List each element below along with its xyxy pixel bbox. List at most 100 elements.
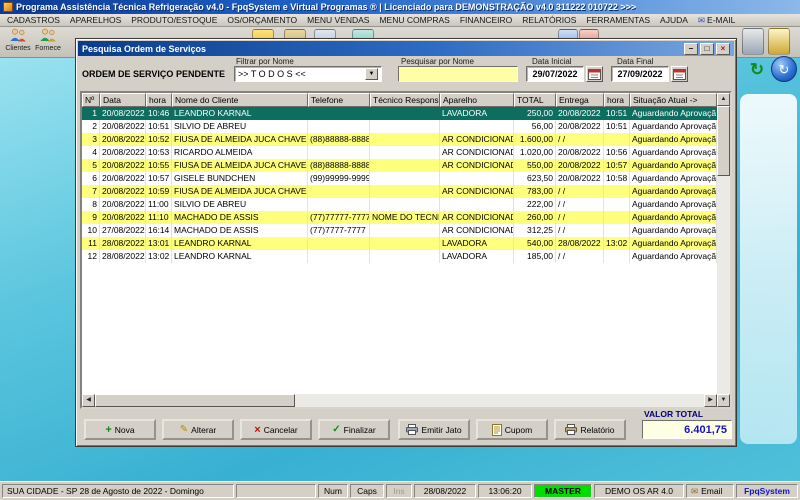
column-header[interactable]: Telefone	[308, 93, 370, 107]
menu-item-aparelhos[interactable]: APARELHOS	[65, 14, 126, 26]
calendar-icon[interactable]	[671, 66, 688, 82]
cell-data: 27/08/2022	[100, 224, 146, 237]
dialog-titlebar[interactable]: Pesquisa Ordem de Serviços – □ ×	[78, 41, 734, 56]
menu-item-menu-compras[interactable]: MENU COMPRAS	[374, 14, 454, 26]
minimize-button[interactable]: –	[684, 43, 698, 55]
email-icon: ✉	[698, 15, 705, 25]
cell-aparelho: LAVADORA	[440, 250, 514, 263]
cell-total: 623,50	[514, 172, 556, 185]
cell-entrega: / /	[556, 250, 604, 263]
menu-item-cadastros[interactable]: CADASTROS	[2, 14, 65, 26]
cell-entrega_hora	[604, 250, 630, 263]
hscroll-thumb[interactable]	[95, 394, 295, 407]
column-header[interactable]: hora	[146, 93, 172, 107]
scroll-right-icon[interactable]: ▶	[704, 394, 717, 407]
cell-data: 20/08/2022	[100, 133, 146, 146]
table-row[interactable]: 720/08/202210:59FIUSA DE ALMEIDA JUCA CH…	[82, 185, 717, 198]
calendar-icon[interactable]	[586, 66, 603, 82]
cell-telefone: (77)77777-7777	[308, 211, 370, 224]
toolbar-item-clientes[interactable]: Clientes	[3, 28, 33, 53]
toolbar-item-fornecedor[interactable]: Fornece	[33, 28, 63, 53]
toolbar-icon[interactable]	[742, 28, 764, 55]
refresh-icon: ↻	[750, 60, 764, 79]
status-email[interactable]: ✉ Email	[686, 484, 734, 498]
chevron-down-icon[interactable]: ▼	[365, 68, 378, 80]
cell-cliente: LEANDRO KARNAL	[172, 250, 308, 263]
column-header[interactable]: Data	[100, 93, 146, 107]
column-header[interactable]: Técnico Responsável	[370, 93, 440, 107]
receipt-icon	[492, 424, 502, 436]
table-row[interactable]: 1027/08/202216:14MACHADO DE ASSIS(77)777…	[82, 224, 717, 237]
cell-data: 20/08/2022	[100, 146, 146, 159]
scroll-left-icon[interactable]: ◀	[82, 394, 95, 407]
table-row[interactable]: 420/08/202210:53RICARDO ALMEIDAAR CONDIC…	[82, 146, 717, 159]
table-row[interactable]: 220/08/202210:51SILVIO DE ABREU56,0020/0…	[82, 120, 717, 133]
table-row[interactable]: 120/08/202210:46LEANDRO KARNALLAVADORA25…	[82, 107, 717, 120]
new-icon: +	[105, 425, 111, 435]
menu-item-menu-vendas[interactable]: MENU VENDAS	[302, 14, 374, 26]
table-row[interactable]: 1228/08/202213:02LEANDRO KARNALLAVADORA1…	[82, 250, 717, 263]
report-button[interactable]: Relatório	[554, 419, 626, 440]
print-inkjet-button[interactable]: Emitir Jato	[398, 419, 470, 440]
column-header[interactable]: Nome do Cliente	[172, 93, 308, 107]
scroll-up-icon[interactable]: ▲	[717, 93, 730, 106]
new-button[interactable]: + Nova	[84, 419, 156, 440]
menu-item-ferramentas[interactable]: FERRAMENTAS	[581, 14, 655, 26]
menu-item-e-mail[interactable]: ✉E-MAIL	[693, 14, 740, 26]
date-end-label: Data Final	[617, 57, 653, 66]
button-label: Cancelar	[264, 425, 298, 435]
coupon-button[interactable]: Cupom	[476, 419, 548, 440]
table-row[interactable]: 1128/08/202213:01LEANDRO KARNALLAVADORA5…	[82, 237, 717, 250]
column-header[interactable]: Aparelho	[440, 93, 514, 107]
cell-aparelho: AR CONDICIONADO	[440, 185, 514, 198]
scroll-down-icon[interactable]: ▼	[717, 394, 730, 407]
grid-header: NºDatahoraNome do ClienteTelefoneTécnico…	[82, 93, 717, 107]
table-row[interactable]: 920/08/202211:10MACHADO DE ASSIS(77)7777…	[82, 211, 717, 224]
menu-item-financeiro[interactable]: FINANCEIRO	[455, 14, 517, 26]
cell-aparelho: AR CONDICIONADO	[440, 146, 514, 159]
vscroll-thumb[interactable]	[717, 106, 730, 176]
column-header[interactable]: Nº	[82, 93, 100, 107]
search-input[interactable]	[398, 66, 518, 82]
column-header[interactable]: Situação Atual ->	[630, 93, 717, 107]
grid-body: 120/08/202210:46LEANDRO KARNALLAVADORA25…	[82, 107, 717, 263]
column-header[interactable]: hora	[604, 93, 630, 107]
edit-button[interactable]: ✎ Alterar	[162, 419, 234, 440]
refresh-button[interactable]: ↻	[746, 59, 768, 81]
menu-item-relat-rios[interactable]: RELATÓRIOS	[517, 14, 581, 26]
table-row[interactable]: 320/08/202210:52FIUSA DE ALMEIDA JUCA CH…	[82, 133, 717, 146]
cell-total: 260,00	[514, 211, 556, 224]
horizontal-scrollbar[interactable]: ◀ ▶	[82, 394, 717, 407]
cell-entrega: / /	[556, 224, 604, 237]
column-header[interactable]: TOTAL	[514, 93, 556, 107]
date-end-value[interactable]: 27/09/2022	[611, 66, 669, 82]
go-icon: ↻	[779, 62, 790, 77]
status-spacer	[236, 484, 316, 498]
menu-item-os-or-amento[interactable]: OS/ORÇAMENTO	[222, 14, 302, 26]
cell-situacao: Aguardando Aprovação	[630, 185, 717, 198]
close-button[interactable]: ×	[716, 43, 730, 55]
cell-tecnico	[370, 237, 440, 250]
orders-table: NºDatahoraNome do ClienteTelefoneTécnico…	[80, 91, 732, 409]
table-row[interactable]: 820/08/202211:00SILVIO DE ABREU222,00/ /…	[82, 198, 717, 211]
cell-aparelho	[440, 120, 514, 133]
maximize-button[interactable]: □	[700, 43, 714, 55]
menu-item-produto-estoque[interactable]: PRODUTO/ESTOQUE	[126, 14, 222, 26]
go-button[interactable]: ↻	[771, 56, 797, 82]
table-row[interactable]: 520/08/202210:55FIUSA DE ALMEIDA JUCA CH…	[82, 159, 717, 172]
column-header[interactable]: Entrega	[556, 93, 604, 107]
vertical-scrollbar[interactable]: ▲ ▼	[717, 93, 730, 407]
status-brand[interactable]: FpqSystem	[736, 484, 798, 498]
search-by-name-label: Pesquisar por Nome	[401, 57, 474, 66]
toolbar-icon[interactable]	[768, 28, 790, 55]
menu-item-ajuda[interactable]: AJUDA	[655, 14, 693, 26]
finish-button[interactable]: ✓ Finalizar	[318, 419, 390, 440]
button-label: Emitir Jato	[421, 425, 461, 435]
cancel-button[interactable]: × Cancelar	[240, 419, 312, 440]
table-row[interactable]: 620/08/202210:57GISELE BUNDCHEN(99)99999…	[82, 172, 717, 185]
cell-aparelho	[440, 198, 514, 211]
button-label: Relatório	[580, 425, 614, 435]
date-start-value[interactable]: 29/07/2022	[526, 66, 584, 82]
cell-tecnico	[370, 185, 440, 198]
filter-combobox[interactable]: >> T O D O S << ▼	[234, 66, 382, 82]
